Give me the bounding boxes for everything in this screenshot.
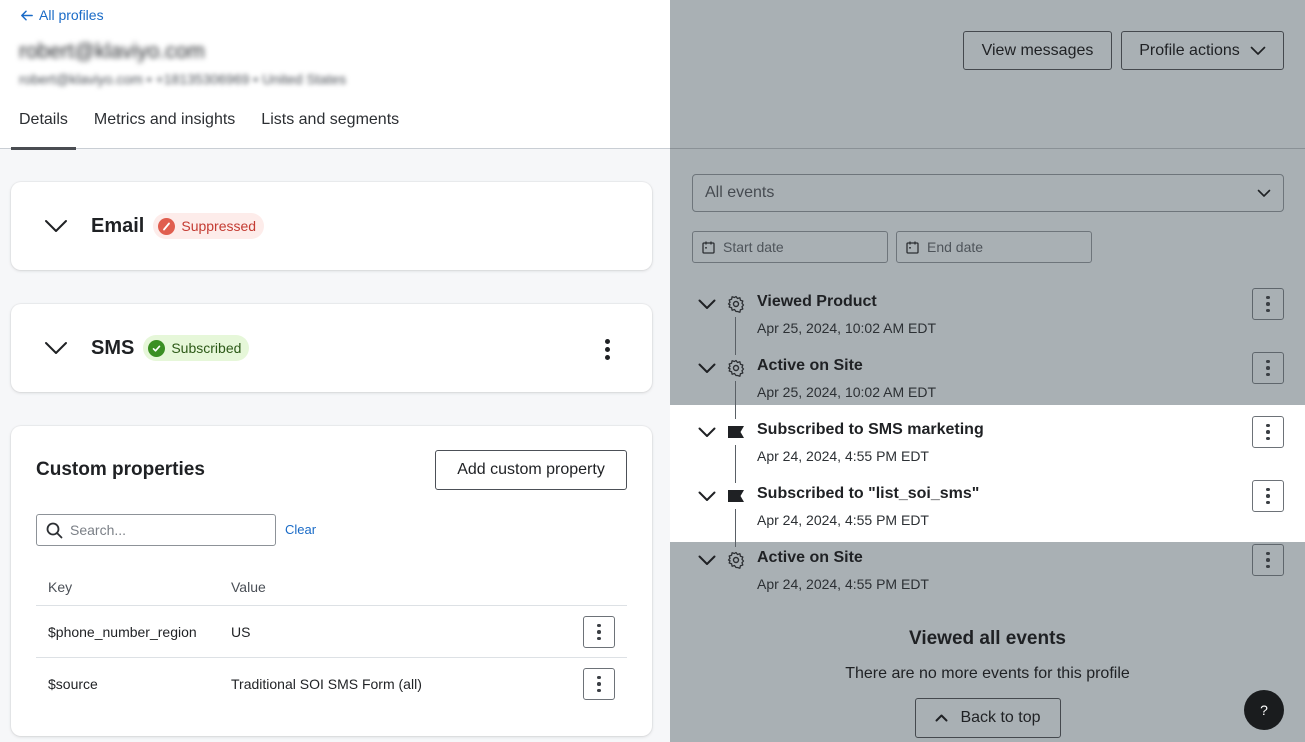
- property-key: $phone_number_region: [48, 623, 197, 640]
- back-to-top-button[interactable]: Back to top: [915, 698, 1061, 738]
- column-header-value: Value: [231, 578, 266, 595]
- profile-name: robert@klaviyo.com: [19, 40, 205, 63]
- event-more-options-button[interactable]: [1252, 288, 1284, 320]
- custom-properties-card: Custom properties Add custom property Cl…: [11, 426, 652, 736]
- email-status-label: Suppressed: [181, 218, 257, 234]
- start-date-input[interactable]: [723, 239, 873, 255]
- column-header-key: Key: [48, 578, 73, 595]
- all-profiles-label: All profiles: [39, 7, 104, 23]
- clear-search-link[interactable]: Clear: [285, 522, 316, 537]
- profile-details-pane: All profiles robert@klaviyo.com robert@k…: [0, 0, 670, 742]
- chevron-down-icon[interactable]: [43, 335, 69, 361]
- chevron-up-icon: [935, 714, 948, 722]
- event-item: Subscribed to SMS marketing Apr 24, 2024…: [670, 416, 1305, 484]
- timeline-connector: [735, 381, 736, 419]
- chevron-down-icon[interactable]: [696, 358, 718, 378]
- calendar-icon: [702, 241, 715, 254]
- chevron-down-icon: [1257, 189, 1271, 197]
- row-more-options-button[interactable]: [583, 668, 615, 700]
- feed-end-title: Viewed all events: [908, 628, 1066, 649]
- event-more-options-button[interactable]: [1252, 416, 1284, 448]
- arrow-left-icon: [21, 10, 33, 20]
- table-row: $source Traditional SOI SMS Form (all): [36, 658, 627, 710]
- add-custom-property-button[interactable]: Add custom property: [435, 450, 627, 490]
- event-timestamp: Apr 25, 2024, 10:02 AM EDT: [757, 320, 936, 336]
- property-value: US: [231, 623, 251, 640]
- event-timestamp: Apr 25, 2024, 10:02 AM EDT: [757, 384, 936, 400]
- property-search-field[interactable]: [36, 514, 276, 546]
- gear-icon: [726, 294, 746, 314]
- event-title: Subscribed to SMS marketing: [757, 421, 984, 438]
- event-title: Viewed Product: [757, 293, 877, 310]
- suppressed-icon: [158, 217, 176, 235]
- sms-more-options-button[interactable]: [597, 336, 617, 362]
- event-timestamp: Apr 24, 2024, 4:55 PM EDT: [757, 512, 929, 528]
- property-value: Traditional SOI SMS Form (all): [231, 676, 422, 692]
- table-header: Key Value: [36, 568, 627, 606]
- profile-meta: robert@klaviyo.com • +18135306969 • Unit…: [19, 71, 347, 87]
- profile-actions-button[interactable]: Profile actions: [1121, 31, 1284, 70]
- timeline-connector: [735, 317, 736, 355]
- status-badge-subscribed: Subscribed: [143, 335, 250, 361]
- table-row: $phone_number_region US: [36, 606, 627, 658]
- sms-channel-title: SMS: [91, 336, 135, 359]
- chevron-down-icon[interactable]: [696, 422, 718, 442]
- sms-status-label: Subscribed: [171, 340, 242, 356]
- gear-icon: [726, 358, 746, 378]
- timeline-connector: [735, 509, 736, 547]
- chevron-down-icon[interactable]: [696, 550, 718, 570]
- all-profiles-link[interactable]: All profiles: [19, 7, 104, 23]
- custom-properties-table: Key Value $phone_number_region US $sourc…: [36, 568, 627, 710]
- event-timestamp: Apr 24, 2024, 4:55 PM EDT: [757, 448, 929, 464]
- search-icon: [46, 522, 63, 538]
- event-item: Viewed Product Apr 25, 2024, 10:02 AM ED…: [670, 288, 1305, 356]
- event-more-options-button[interactable]: [1252, 480, 1284, 512]
- chevron-down-icon[interactable]: [696, 486, 718, 506]
- chevron-down-icon[interactable]: [696, 294, 718, 314]
- property-search-input[interactable]: [70, 522, 260, 538]
- feed-end-subtitle: There are no more events for this profil…: [845, 665, 1130, 682]
- event-title: Active on Site: [757, 549, 863, 566]
- sms-channel-card: SMS Subscribed: [11, 304, 652, 392]
- event-title: Subscribed to "list_soi_sms": [757, 485, 980, 502]
- chevron-down-icon[interactable]: [43, 213, 69, 239]
- calendar-icon: [906, 241, 919, 254]
- profile-header: All profiles robert@klaviyo.com robert@k…: [0, 0, 670, 150]
- custom-properties-title: Custom properties: [36, 459, 205, 480]
- flag-icon: [726, 422, 746, 442]
- tab-lists-and-segments[interactable]: Lists and segments: [253, 102, 407, 149]
- back-to-top-label: Back to top: [960, 709, 1041, 726]
- event-timestamp: Apr 24, 2024, 4:55 PM EDT: [757, 576, 929, 592]
- end-date-field[interactable]: [896, 231, 1092, 263]
- end-date-input[interactable]: [927, 239, 1077, 255]
- property-key: $source: [48, 676, 98, 692]
- email-channel-card: Email Suppressed: [11, 182, 652, 270]
- event-more-options-button[interactable]: [1252, 352, 1284, 384]
- timeline-connector: [735, 445, 736, 483]
- profile-actions-label: Profile actions: [1139, 41, 1240, 59]
- event-item: Active on Site Apr 24, 2024, 4:55 PM EDT: [670, 544, 1305, 612]
- tab-metrics-and-insights[interactable]: Metrics and insights: [86, 102, 243, 149]
- tab-details[interactable]: Details: [11, 102, 76, 150]
- status-badge-suppressed: Suppressed: [153, 213, 265, 239]
- row-more-options-button[interactable]: [583, 616, 615, 648]
- help-button[interactable]: ?: [1244, 690, 1284, 730]
- event-more-options-button[interactable]: [1252, 544, 1284, 576]
- view-messages-button[interactable]: View messages: [963, 31, 1112, 70]
- activity-feed-pane: View messages Profile actions All events…: [670, 0, 1305, 742]
- gear-icon: [726, 550, 746, 570]
- event-item: Subscribed to "list_soi_sms" Apr 24, 202…: [670, 480, 1305, 548]
- event-type-value: All events: [705, 184, 775, 201]
- chevron-down-icon: [1250, 46, 1266, 55]
- check-circle-icon: [148, 339, 166, 357]
- profile-tabs: Details Metrics and insights Lists and s…: [11, 102, 417, 150]
- email-channel-title: Email: [91, 214, 145, 237]
- event-title: Active on Site: [757, 357, 863, 374]
- header-divider: [670, 148, 1305, 149]
- event-type-select[interactable]: All events: [692, 174, 1284, 212]
- event-item: Active on Site Apr 25, 2024, 10:02 AM ED…: [670, 352, 1305, 420]
- flag-icon: [726, 486, 746, 506]
- start-date-field[interactable]: [692, 231, 888, 263]
